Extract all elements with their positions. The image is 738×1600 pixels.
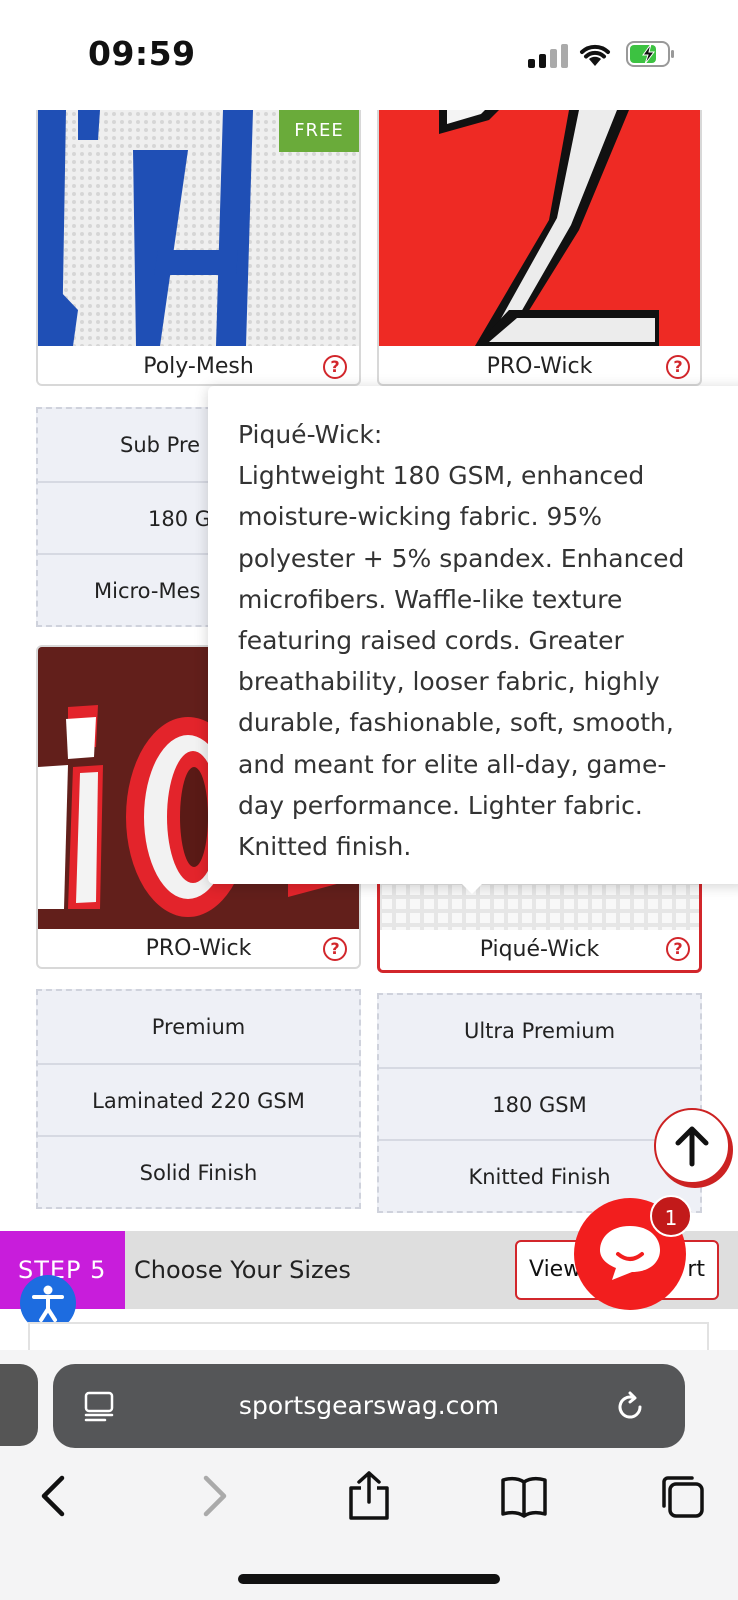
tooltip-line: day performance. Lighter fabric. xyxy=(238,790,643,820)
poly-mesh-fabric-image: FREE xyxy=(38,110,359,346)
fabric-description-tooltip: Piqué-Wick: Lightweight 180 GSM, enhance… xyxy=(208,386,738,884)
free-badge: FREE xyxy=(279,110,359,152)
tooltip-line: Lightweight 180 GSM, enhanced xyxy=(238,461,645,491)
cellular-signal-icon xyxy=(528,44,568,68)
tooltip-line: moisture-wicking fabric. 95% xyxy=(238,502,603,532)
spec-finish: Solid Finish xyxy=(38,1135,359,1207)
size-selector-partial xyxy=(28,1322,709,1352)
pro-wick-fabric-image xyxy=(379,110,700,346)
tooltip-line: featuring raised cords. Greater xyxy=(238,626,624,656)
fabric-card-poly-mesh[interactable]: FREE Poly-Mesh ? xyxy=(36,110,361,386)
back-icon[interactable] xyxy=(30,1472,78,1520)
url-text: sportsgearswag.com xyxy=(238,1391,500,1420)
scroll-to-top-button[interactable] xyxy=(654,1108,730,1184)
spec-weight: 180 GSM xyxy=(379,1067,700,1139)
spec-weight: Laminated 220 GSM xyxy=(38,1063,359,1135)
tabs-icon[interactable] xyxy=(658,1472,706,1520)
tooltip-line: Piqué-Wick: xyxy=(238,420,383,449)
tooltip-arrow xyxy=(460,882,484,894)
spec-tier: Ultra Premium xyxy=(463,1019,616,1043)
help-icon[interactable]: ? xyxy=(323,937,347,961)
previous-tab-preview[interactable] xyxy=(0,1364,38,1446)
tooltip-line: and meant for elite all-day, game- xyxy=(238,749,667,779)
arrow-up-icon xyxy=(675,1126,709,1167)
fabric-label: Piqué-Wick xyxy=(479,937,600,962)
share-icon[interactable] xyxy=(345,1470,393,1520)
bookmarks-icon[interactable] xyxy=(500,1474,548,1522)
help-icon[interactable]: ? xyxy=(323,355,347,379)
help-icon[interactable]: ? xyxy=(666,937,690,961)
spec-box-pro-wick: Premium Laminated 220 GSM Solid Finish xyxy=(36,989,361,1209)
spec-box-pique-wick: Ultra Premium 180 GSM Knitted Finish xyxy=(377,993,702,1213)
home-indicator xyxy=(238,1574,500,1584)
fabric-card-pro-wick[interactable]: PRO-Wick ? xyxy=(377,110,702,386)
fabric-label: PRO-Wick xyxy=(486,354,593,379)
tooltip-line: durable, fashionable, soft, smooth, xyxy=(238,708,674,738)
chat-notification-badge: 1 xyxy=(650,1195,692,1237)
reload-icon[interactable] xyxy=(613,1390,647,1424)
status-time: 09:59 xyxy=(88,34,196,73)
spec-tier: Premium xyxy=(151,1015,246,1039)
battery-charging-icon xyxy=(626,40,676,68)
fabric-label: PRO-Wick xyxy=(145,936,252,961)
wifi-icon xyxy=(578,42,612,68)
help-icon[interactable]: ? xyxy=(666,355,690,379)
forward-icon[interactable] xyxy=(190,1472,238,1520)
step-title: Choose Your Sizes xyxy=(134,1256,351,1284)
address-bar[interactable]: sportsgearswag.com xyxy=(53,1364,685,1448)
tooltip-line: polyester + 5% spandex. Enhanced xyxy=(238,543,685,573)
tooltip-line: Knitted finish. xyxy=(238,832,412,862)
view-cart-label-right: rt xyxy=(687,1257,705,1282)
tooltip-line: breathability, looser fabric, highly xyxy=(238,667,660,697)
fabric-label: Poly-Mesh xyxy=(143,354,254,379)
tooltip-line: microfibers. Waffle-like texture xyxy=(238,584,623,614)
